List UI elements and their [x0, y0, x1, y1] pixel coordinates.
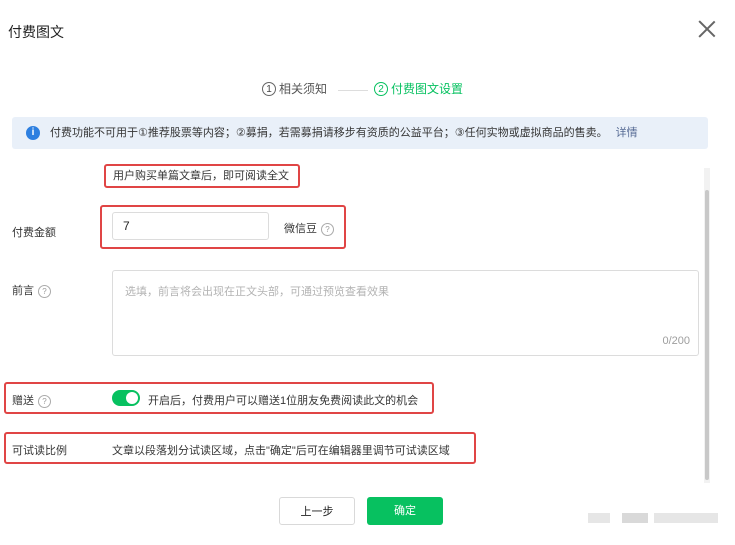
help-icon[interactable]: ?: [321, 222, 334, 236]
step-paid-article-settings: 2 付费图文设置: [374, 80, 463, 97]
step-number-2: 2: [374, 81, 388, 96]
step-related-notes: 1 相关须知: [262, 80, 327, 97]
step-divider: [338, 90, 368, 91]
gift-toggle[interactable]: [112, 390, 140, 406]
close-icon[interactable]: [698, 20, 716, 38]
notice-details-link[interactable]: 详情: [616, 127, 638, 139]
subscription-hint: 用户购买单篇文章后，即可阅读全文: [104, 164, 300, 188]
notice-text: 付费功能不可用于①推荐股票等内容；②募捐，若需募捐请移步有资质的公益平台；③任何…: [50, 127, 608, 139]
trial-label: 可试读比例: [12, 445, 67, 457]
toggle-knob: [126, 392, 138, 404]
gift-label-text: 赠送: [12, 395, 34, 407]
step-label-2: 付费图文设置: [391, 82, 464, 96]
confirm-button[interactable]: 确定: [367, 497, 443, 525]
trial-description: 文章以段落划分试读区域，点击"确定"后可在编辑器里调节可试读区域: [112, 445, 450, 457]
preface-textarea[interactable]: 选填，前言将会出现在正文头部，可通过预览查看效果 0/200: [112, 270, 699, 356]
blurred-watermark: [588, 513, 610, 523]
notice-text-wrap: 付费功能不可用于①推荐股票等内容；②募捐，若需募捐请移步有资质的公益平台；③任何…: [50, 117, 638, 149]
price-input[interactable]: 7: [112, 212, 269, 240]
gift-label: 赠送?: [12, 392, 51, 408]
step-label-1: 相关须知: [279, 82, 328, 96]
help-icon[interactable]: ?: [38, 394, 51, 408]
gift-description: 开启后，付费用户可以赠送1位朋友免费阅读此文的机会: [148, 395, 419, 407]
scrollbar-thumb[interactable]: [705, 190, 709, 480]
preface-char-counter: 0/200: [662, 335, 690, 347]
blurred-watermark: [622, 513, 648, 523]
preface-placeholder: 选填，前言将会出现在正文头部，可通过预览查看效果: [125, 286, 389, 298]
preface-label: 前言?: [12, 282, 51, 298]
dialog-title: 付费图文: [8, 24, 64, 40]
help-icon[interactable]: ?: [38, 284, 51, 298]
price-unit-label: 微信豆: [284, 223, 317, 235]
step-number-1: 1: [262, 81, 276, 96]
info-icon: i: [26, 126, 40, 140]
price-unit: 微信豆?: [284, 220, 334, 236]
blurred-watermark: [654, 513, 718, 523]
notice-banner: i 付费功能不可用于①推荐股票等内容；②募捐，若需募捐请移步有资质的公益平台；③…: [12, 117, 708, 149]
preface-label-text: 前言: [12, 285, 34, 297]
price-label: 付费金额: [12, 227, 56, 239]
prev-step-button[interactable]: 上一步: [279, 497, 355, 525]
